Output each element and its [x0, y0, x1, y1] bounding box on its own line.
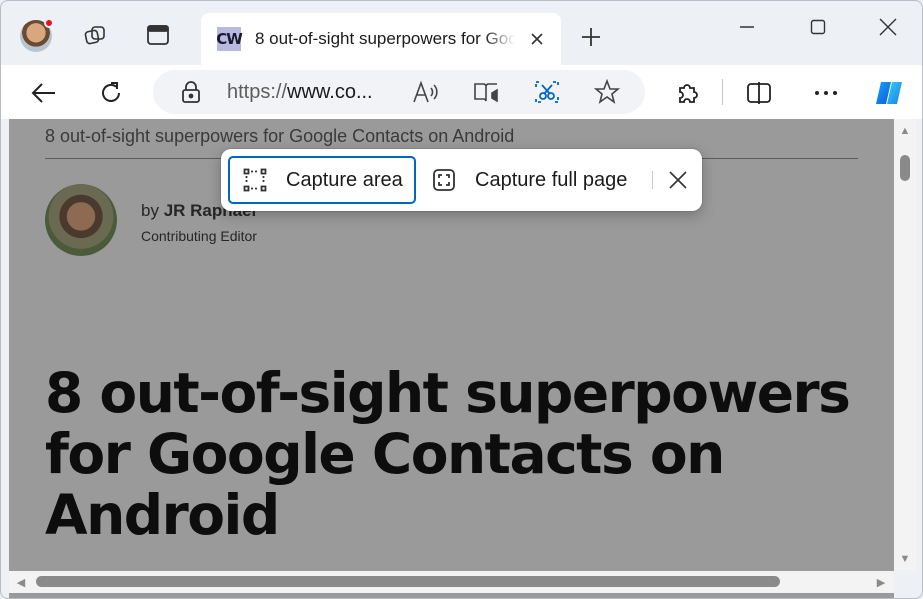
profile-button[interactable]: [15, 15, 57, 57]
back-button[interactable]: [26, 75, 62, 111]
vertical-tabs-icon[interactable]: [143, 20, 173, 50]
new-tab-button[interactable]: [575, 21, 607, 53]
author-role: Contributing Editor: [141, 228, 257, 244]
tab-close-icon[interactable]: [525, 27, 549, 51]
immersive-reader-icon[interactable]: [473, 78, 501, 106]
tab-bar: CW 8 out-of-sight superpowers for Google…: [1, 1, 922, 65]
workspaces-icon[interactable]: [81, 20, 111, 50]
author-photo[interactable]: [45, 184, 117, 256]
vertical-scrollbar[interactable]: ▲ ▼: [894, 119, 916, 571]
tab-title: 8 out-of-sight superpowers for Google Co…: [255, 29, 515, 48]
screenshot-icon[interactable]: [533, 78, 561, 106]
article-headline: 8 out-of-sight superpowers for Google Co…: [45, 361, 851, 547]
notification-dot: [44, 18, 54, 28]
scroll-down-arrow[interactable]: ▼: [899, 553, 911, 565]
lock-icon[interactable]: [177, 78, 205, 106]
browser-window: CW 8 out-of-sight superpowers for Google…: [0, 0, 923, 599]
page-content-overflow: [9, 593, 894, 598]
capture-full-page-icon: [431, 167, 457, 193]
scroll-right-arrow[interactable]: ▶: [875, 575, 887, 589]
horizontal-scroll-thumb[interactable]: [36, 576, 780, 587]
horizontal-scrollbar[interactable]: ◀ ▶: [9, 571, 894, 593]
refresh-button[interactable]: [93, 75, 129, 111]
address-bar[interactable]: https://www.co...: [153, 70, 645, 114]
toolbar: https://www.co...: [1, 65, 922, 119]
split-screen-icon[interactable]: [741, 75, 777, 111]
copilot-icon[interactable]: [871, 75, 907, 111]
capture-area-label: Capture area: [286, 168, 403, 191]
capture-full-page-label: Capture full page: [475, 168, 628, 191]
scroll-left-arrow[interactable]: ◀: [15, 575, 27, 589]
read-aloud-icon[interactable]: [412, 78, 440, 106]
site-favicon: CW: [216, 27, 243, 51]
puzzle-icon[interactable]: [669, 75, 705, 111]
capture-area-icon: [242, 167, 268, 193]
minimize-button[interactable]: [724, 11, 770, 43]
tab-active[interactable]: CW 8 out-of-sight superpowers for Google…: [201, 13, 561, 65]
close-window-button[interactable]: [865, 11, 911, 43]
article-top-title: 8 out-of-sight superpowers for Google Co…: [45, 126, 515, 146]
url-text[interactable]: https://www.co...: [227, 81, 373, 104]
more-icon[interactable]: [808, 75, 844, 111]
scroll-up-arrow[interactable]: ▲: [899, 125, 911, 137]
star-icon[interactable]: [593, 78, 621, 106]
capture-toolbar: Capture area Capture full page: [221, 149, 702, 211]
capture-full-page-button[interactable]: Capture full page: [431, 156, 627, 204]
toolbar-divider: [722, 79, 723, 105]
capture-area-button[interactable]: Capture area: [228, 156, 416, 204]
capture-close-icon[interactable]: [664, 166, 692, 194]
capture-divider: [652, 171, 653, 189]
vertical-scroll-thumb[interactable]: [900, 155, 910, 181]
maximize-button[interactable]: [795, 11, 841, 43]
